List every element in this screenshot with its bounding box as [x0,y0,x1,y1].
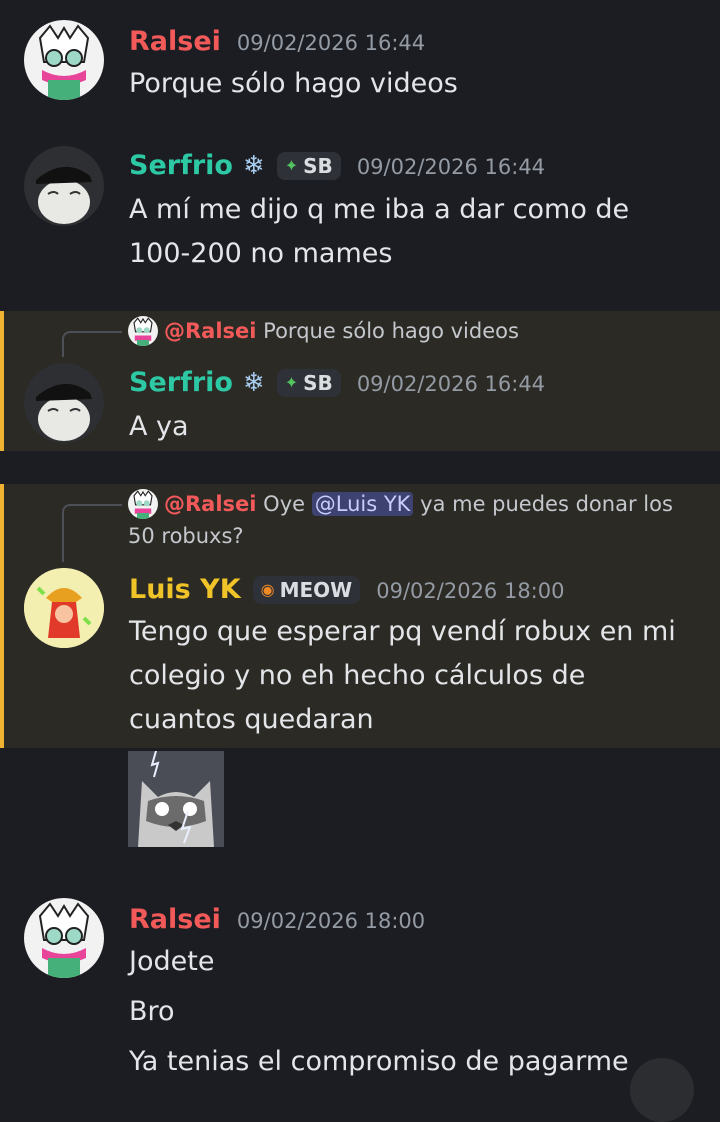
avatar-luis-yk[interactable] [24,568,104,648]
message-text: colegio y no eh hecho cálculos de [129,660,586,691]
timestamp: 09/02/2026 16:44 [356,372,546,396]
avatar-serfrio[interactable] [24,363,104,443]
avatar-serfrio[interactable] [24,146,104,226]
reply-text: Porque sólo hago videos [263,319,519,343]
cat-lightning-image [128,751,224,847]
server-tag-label: MEOW [279,577,353,602]
message-text: cuantos quedaran [129,704,374,735]
timestamp: 09/02/2026 16:44 [236,31,426,55]
message-header: Ralsei 09/02/2026 16:44 [129,26,425,57]
server-tag-label: SB [303,370,333,395]
message-text: Tengo que esperar pq vendí robux en mi [129,616,676,647]
message-luis-reply[interactable]: @Ralsei Oye @Luis YK ya me puedes donar … [0,484,720,748]
diamond-sparkle-icon: ✦ [284,373,299,392]
message-header: Serfrio ❄ ✦ SB 09/02/2026 16:44 [129,367,545,400]
message-text: Ya tenias el compromiso de pagarme [129,1046,629,1077]
author-name[interactable]: Serfrio [129,150,233,181]
author-name[interactable]: Luis YK [129,574,241,605]
reply-author[interactable]: @Ralsei [164,492,256,516]
reply-connector [62,331,122,357]
avatar-ralsei[interactable] [24,898,104,978]
timestamp: 09/02/2026 16:44 [356,155,546,179]
author-name[interactable]: Ralsei [129,904,221,935]
diamond-sparkle-icon: ✦ [284,156,299,175]
server-tag[interactable]: ◉ MEOW [252,575,361,604]
avatar-ralsei[interactable] [24,20,104,100]
message-header: Luis YK ◉ MEOW 09/02/2026 18:00 [129,574,564,607]
timestamp: 09/02/2026 18:00 [376,579,565,603]
server-tag[interactable]: ✦ SB [276,151,341,180]
message-text: Porque sólo hago videos [129,68,458,99]
message-ralsei-2[interactable]: Ralsei 09/02/2026 18:00 Jodete Bro Ya te… [0,888,720,1077]
message-ralsei-1[interactable]: Ralsei 09/02/2026 16:44 Porque sólo hago… [0,10,720,120]
reply-author[interactable]: @Ralsei [164,319,256,343]
message-header: Serfrio ❄ ✦ SB 09/02/2026 16:44 [129,150,545,183]
timestamp: 09/02/2026 18:00 [236,909,426,933]
message-serfrio-reply[interactable]: @Ralsei Porque sólo hago videos Serfrio … [0,311,720,451]
mention-highlight-bar [0,484,4,748]
reply-text: Oye [263,492,306,516]
image-attachment[interactable] [128,751,224,847]
message-text: 100-200 no mames [129,238,393,269]
reply-avatar [128,316,158,346]
message-serfrio-1[interactable]: Serfrio ❄ ✦ SB 09/02/2026 16:44 A mí me d… [0,136,720,286]
cat-face-icon: ◉ [260,580,275,599]
reply-preview[interactable]: @Ralsei Oye @Luis YK ya me puedes donar … [128,488,698,552]
reply-preview[interactable]: @Ralsei Porque sólo hago videos [128,315,698,347]
message-header: Ralsei 09/02/2026 18:00 [129,904,425,935]
message-text: A ya [129,411,189,442]
reply-avatar [128,489,158,519]
server-tag-label: SB [303,153,333,178]
jump-to-bottom-button[interactable] [630,1058,694,1122]
author-name[interactable]: Serfrio [129,367,233,398]
user-mention[interactable]: @Luis YK [311,492,414,516]
snowflake-emoji: ❄ [242,151,265,181]
server-tag[interactable]: ✦ SB [276,368,341,397]
message-text: Jodete [129,946,215,977]
snowflake-emoji: ❄ [242,368,265,398]
message-text: Bro [129,996,175,1027]
message-text: A mí me dijo q me iba a dar como de [129,194,630,225]
author-name[interactable]: Ralsei [129,26,221,57]
mention-highlight-bar [0,311,4,451]
reply-connector [62,504,122,562]
